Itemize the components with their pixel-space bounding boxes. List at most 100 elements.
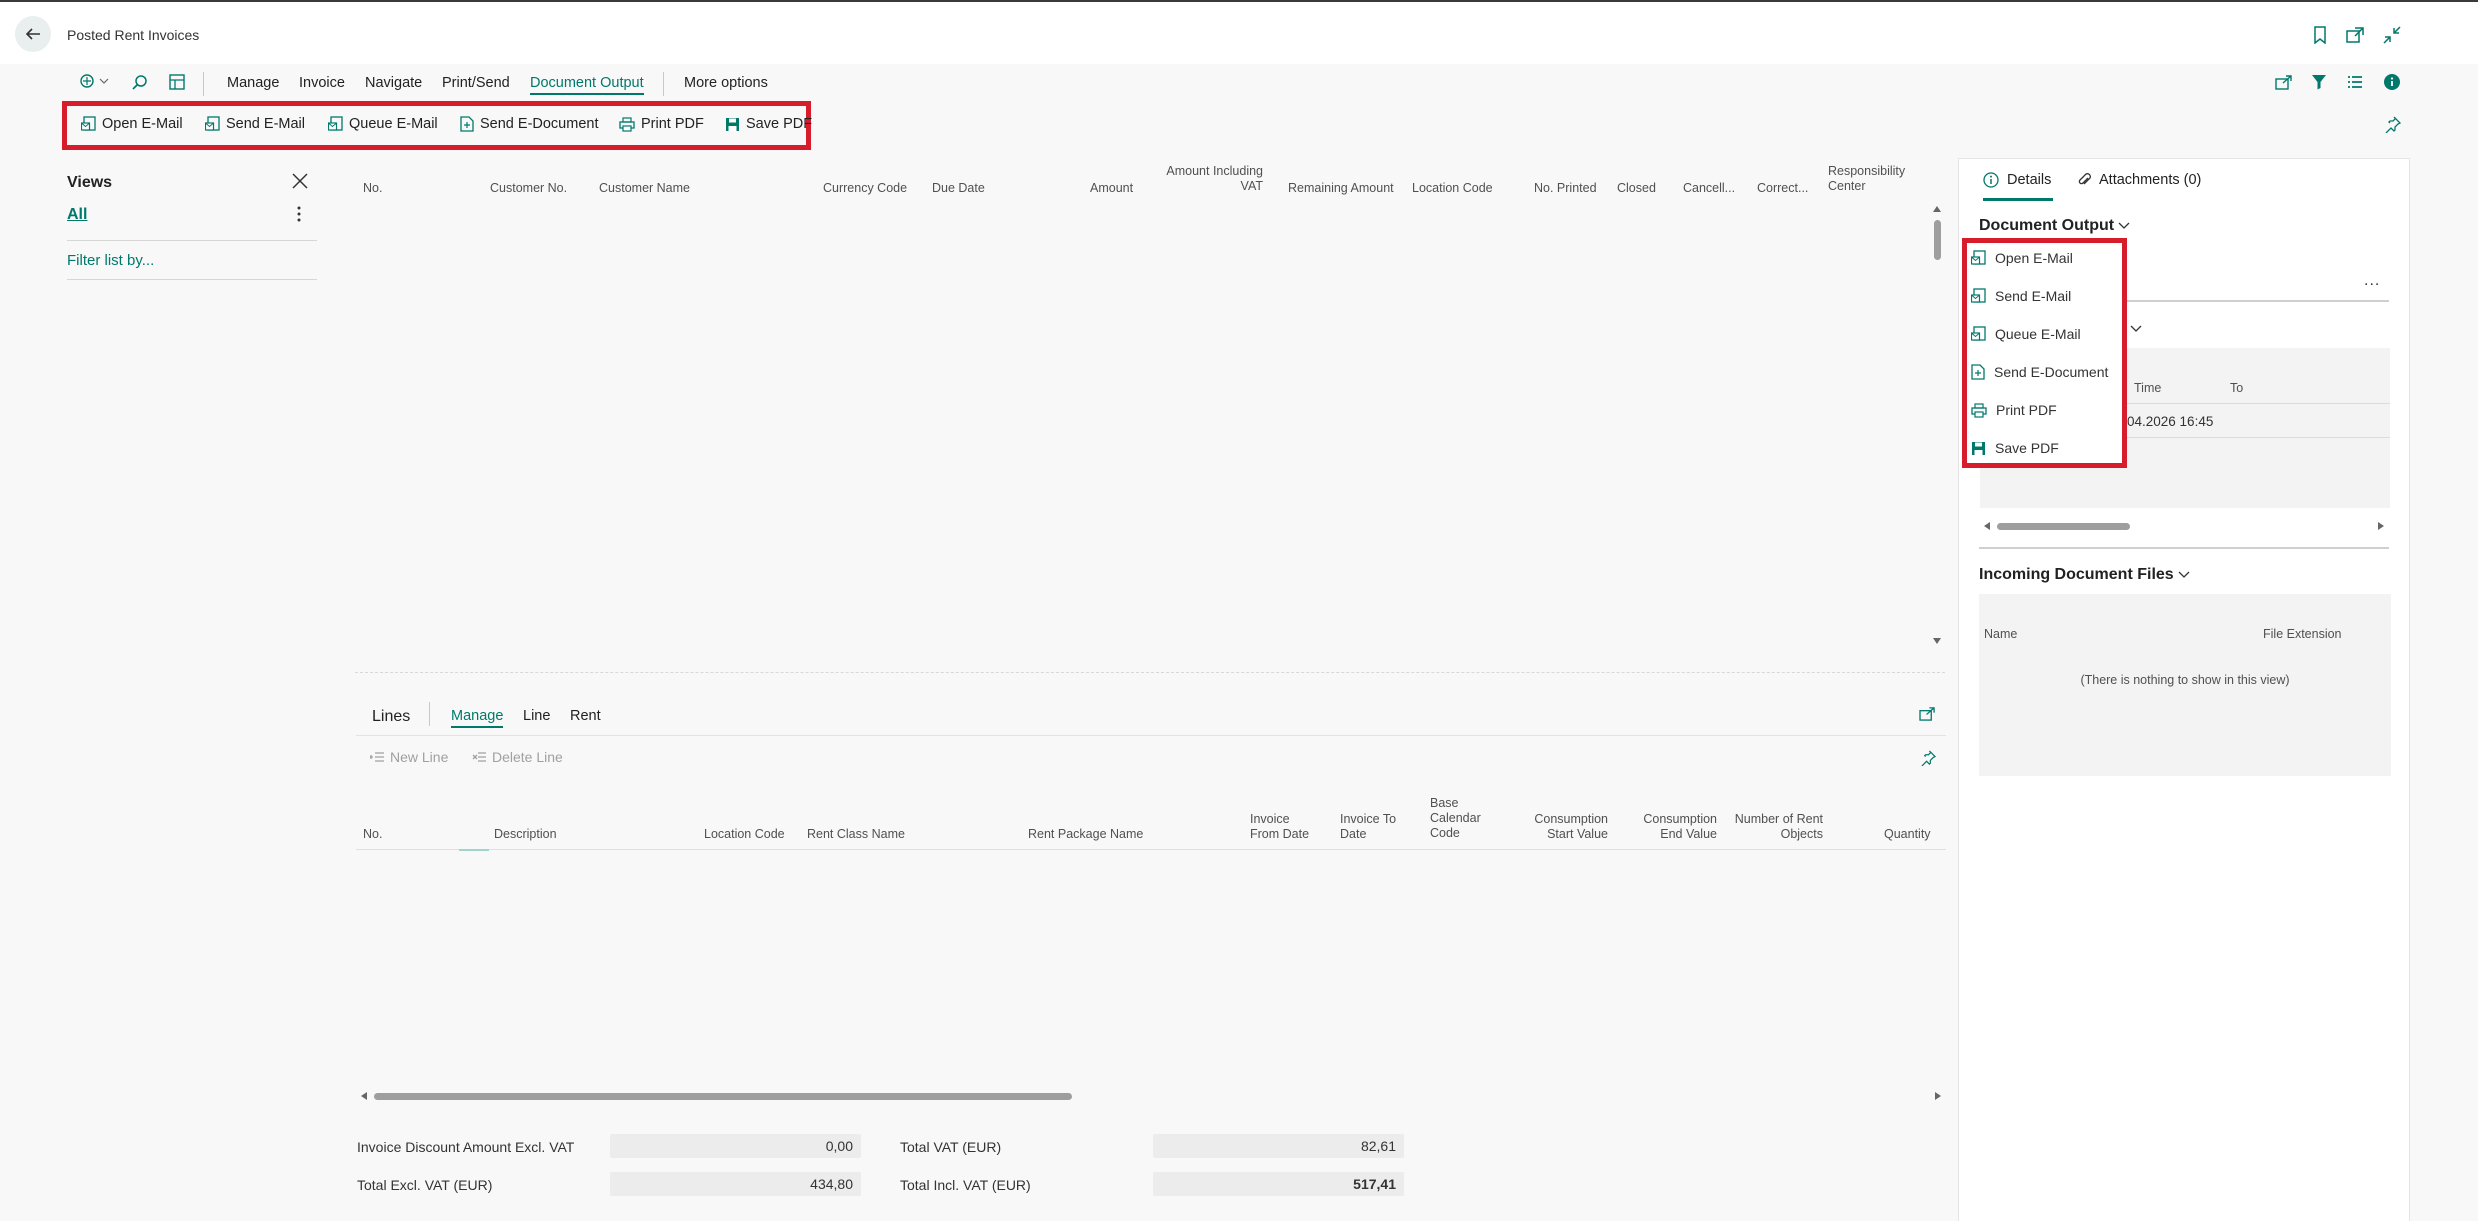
open-email-label: Open E-Mail [102,116,183,132]
total-incl-vat-label: Total Incl. VAT (EUR) [900,1177,1031,1193]
total-excl-vat-value: 434,80 [610,1172,861,1196]
line-col-rent-class-name[interactable]: Rent Class Name [807,827,905,842]
menu-invoice[interactable]: Invoice [299,75,345,91]
save-pdf-button[interactable]: Save PDF [725,113,812,135]
filter-list-link[interactable]: Filter list by... [67,252,154,269]
total-excl-vat-label: Total Excl. VAT (EUR) [357,1177,493,1193]
dropdown-open-email[interactable]: Open E-Mail [1971,247,2073,269]
print-pdf-button[interactable]: Print PDF [619,113,704,135]
lines-share-button[interactable] [1919,706,1936,721]
col-no[interactable]: No. [363,181,382,196]
dropdown-queue-email[interactable]: Queue E-Mail [1971,323,2081,345]
lines-pin-button[interactable] [1920,750,1936,766]
scroll-thumb[interactable] [1934,220,1941,260]
filter-icon [2312,75,2326,90]
search-button[interactable] [131,74,149,92]
pin-icon [2385,116,2401,133]
open-new-window-button[interactable] [2344,24,2366,46]
email-doc-icon [205,116,220,131]
list-view-button[interactable] [2347,75,2363,89]
col-remaining-amount[interactable]: Remaining Amount [1288,181,1394,196]
lines-tab-rent[interactable]: Rent [570,708,601,724]
col-customer-name[interactable]: Customer Name [599,181,690,196]
queue-email-label: Queue E-Mail [349,116,438,132]
menu-manage[interactable]: Manage [227,75,279,91]
lines-tab-manage[interactable]: Manage [451,708,504,728]
close-views-button[interactable] [291,172,309,190]
dropdown-send-email[interactable]: Send E-Mail [1971,285,2071,307]
col-closed[interactable]: Closed [1617,181,1656,196]
email-doc-icon [81,116,96,131]
factbox-tab-attachments[interactable]: Attachments (0) [2077,172,2201,188]
factbox-more-button[interactable]: ... [2364,272,2380,290]
line-col-location-code[interactable]: Location Code [704,827,785,842]
view-more-button[interactable] [297,206,301,222]
collapse-button[interactable] [2381,24,2403,46]
col-location-code[interactable]: Location Code [1412,181,1493,196]
col-responsibility-center[interactable]: Responsibility Center [1828,164,1918,194]
back-button[interactable] [15,16,51,52]
line-col-base-calendar-code[interactable]: Base Calendar Code [1430,796,1490,841]
col-currency-code[interactable]: Currency Code [823,181,907,196]
filter-button[interactable] [2311,74,2327,90]
edit-list-button[interactable] [78,72,109,90]
queue-email-button[interactable]: Queue E-Mail [328,113,438,135]
lines-tab-line[interactable]: Line [523,708,550,724]
paperclip-icon [2078,173,2091,185]
line-col-description[interactable]: Description [494,827,557,842]
lines-title: Lines [372,708,411,725]
incoming-docs-header[interactable]: Incoming Document Files [1979,566,2190,584]
line-col-consumption-start[interactable]: Consumption Start Value [1521,812,1608,842]
col-due-date[interactable]: Due Date [932,181,985,196]
factbox-tab-details[interactable]: Details [1983,172,2051,188]
factbox-tab-attachments-label: Attachments (0) [2099,172,2202,188]
col-corrective[interactable]: Correct... [1757,181,1808,196]
line-col-number-rent-objects[interactable]: Number of Rent Objects [1733,812,1823,842]
line-col-rent-package-name[interactable]: Rent Package Name [1028,827,1143,842]
menu-navigate[interactable]: Navigate [365,75,422,91]
view-all[interactable]: All [67,206,87,224]
delete-line-button[interactable]: Delete Line [472,749,563,765]
dropdown-save-pdf[interactable]: Save PDF [1971,437,2059,459]
scroll-up-icon[interactable] [1932,205,1942,213]
scroll-right-icon[interactable] [2377,521,2385,531]
page-title: Posted Rent Invoices [67,27,200,43]
hscroll-thumb[interactable] [374,1093,1072,1100]
new-line-button[interactable]: New Line [370,749,448,765]
line-col-quantity[interactable]: Quantity [1884,827,1931,842]
line-col-consumption-end[interactable]: Consumption End Value [1630,812,1717,842]
scroll-left-icon[interactable] [360,1091,368,1101]
menu-document-output[interactable]: Document Output [530,75,644,95]
scroll-right-icon[interactable] [1934,1091,1942,1101]
open-email-button[interactable]: Open E-Mail [81,113,183,135]
analysis-mode-button[interactable] [169,74,185,90]
send-email-button[interactable]: Send E-Mail [205,113,305,135]
scroll-down-icon[interactable] [1932,637,1942,645]
dropdown-print-pdf[interactable]: Print PDF [1971,399,2057,421]
col-cancelled[interactable]: Cancell... [1683,181,1735,196]
menu-print-send[interactable]: Print/Send [442,75,510,91]
invoice-discount-label: Invoice Discount Amount Excl. VAT [357,1139,575,1155]
col-customer-no[interactable]: Customer No. [490,181,567,196]
list-icon [2348,76,2362,88]
scroll-left-icon[interactable] [1983,521,1991,531]
line-col-invoice-from-date[interactable]: Invoice From Date [1250,812,1310,842]
document-output-header[interactable]: Document Output [1979,217,2130,235]
info-outline-icon [1983,172,1999,188]
bookmark-button[interactable] [2309,24,2331,46]
dropdown-send-e-document[interactable]: Send E-Document [1971,361,2108,383]
pin-action-bar-button[interactable] [2384,116,2401,133]
info-icon [2384,74,2400,90]
menu-more-options[interactable]: More options [684,75,768,91]
line-col-no[interactable]: No. [363,827,382,842]
col-amount-incl-vat[interactable]: Amount Including VAT [1160,164,1263,194]
log-hscroll-thumb[interactable] [1997,523,2130,530]
col-amount[interactable]: Amount [1090,181,1133,196]
incoming-empty-message: (There is nothing to show in this view) [2080,673,2290,687]
delete-line-label: Delete Line [492,749,563,765]
line-col-invoice-to-date[interactable]: Invoice To Date [1340,812,1400,842]
send-e-document-button[interactable]: Send E-Document [460,113,598,135]
col-no-printed[interactable]: No. Printed [1534,181,1597,196]
factbox-toggle-button[interactable] [2384,74,2400,90]
share-button[interactable] [2275,74,2293,90]
